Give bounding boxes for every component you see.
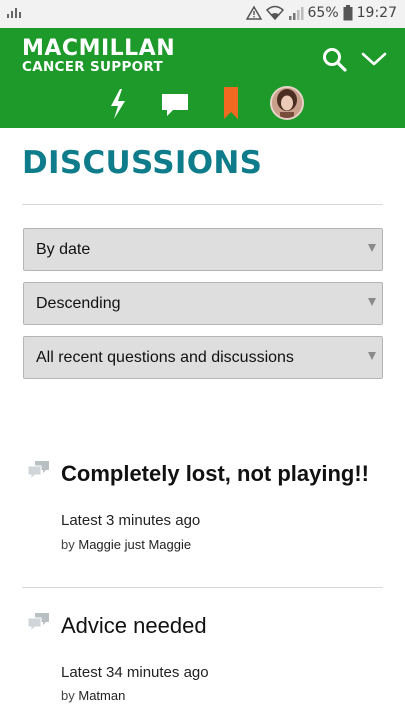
site-header: MACMILLAN CANCER SUPPORT [0, 28, 405, 128]
page-title: DISCUSSIONS [22, 145, 263, 181]
discussion-latest: Latest 34 minutes ago [61, 664, 209, 681]
author-link[interactable]: Matman [78, 688, 125, 703]
order-value: Descending [36, 295, 121, 312]
alert-icon [245, 5, 262, 21]
discussion-title-link[interactable]: Advice needed [61, 613, 207, 639]
divider [22, 587, 383, 588]
by-label: by [61, 537, 75, 552]
status-bar: 65% 19:27 [0, 0, 405, 28]
sort-by-value: By date [36, 241, 91, 258]
dropdown-arrow-icon [368, 244, 376, 252]
discussion-icon [27, 460, 51, 485]
wifi-icon [265, 5, 284, 21]
chat-bubble-icon[interactable] [160, 92, 190, 123]
bookmark-icon[interactable] [223, 87, 239, 124]
dropdown-arrow-icon [368, 352, 376, 360]
logo-line-1: MACMILLAN [22, 36, 176, 61]
author-link[interactable]: Maggie just Maggie [78, 537, 191, 552]
battery-percent: 65% [307, 5, 339, 21]
order-select[interactable]: Descending [23, 282, 383, 325]
search-icon[interactable] [322, 47, 348, 78]
header-nav [0, 83, 405, 127]
notification-icon [6, 6, 22, 23]
avatar[interactable] [270, 86, 304, 120]
scope-select[interactable]: All recent questions and discussions [23, 336, 383, 379]
logo-line-2: CANCER SUPPORT [22, 59, 164, 75]
discussion-icon [27, 612, 51, 637]
lightning-icon[interactable] [108, 89, 128, 124]
clock: 19:27 [356, 5, 397, 21]
signal-icon [288, 5, 304, 21]
discussion-author-line: by Maggie just Maggie [61, 537, 191, 552]
by-label: by [61, 688, 75, 703]
chevron-down-icon[interactable] [361, 50, 387, 73]
discussion-author-line: by Matman [61, 688, 125, 703]
discussion-title-link[interactable]: Completely lost, not playing!! [61, 461, 369, 487]
dropdown-arrow-icon [368, 298, 376, 306]
macmillan-logo[interactable]: MACMILLAN CANCER SUPPORT [22, 38, 175, 75]
scope-value: All recent questions and discussions [36, 349, 294, 366]
sort-by-select[interactable]: By date [23, 228, 383, 271]
battery-icon [343, 5, 353, 21]
discussion-latest: Latest 3 minutes ago [61, 512, 201, 529]
divider [22, 204, 383, 205]
